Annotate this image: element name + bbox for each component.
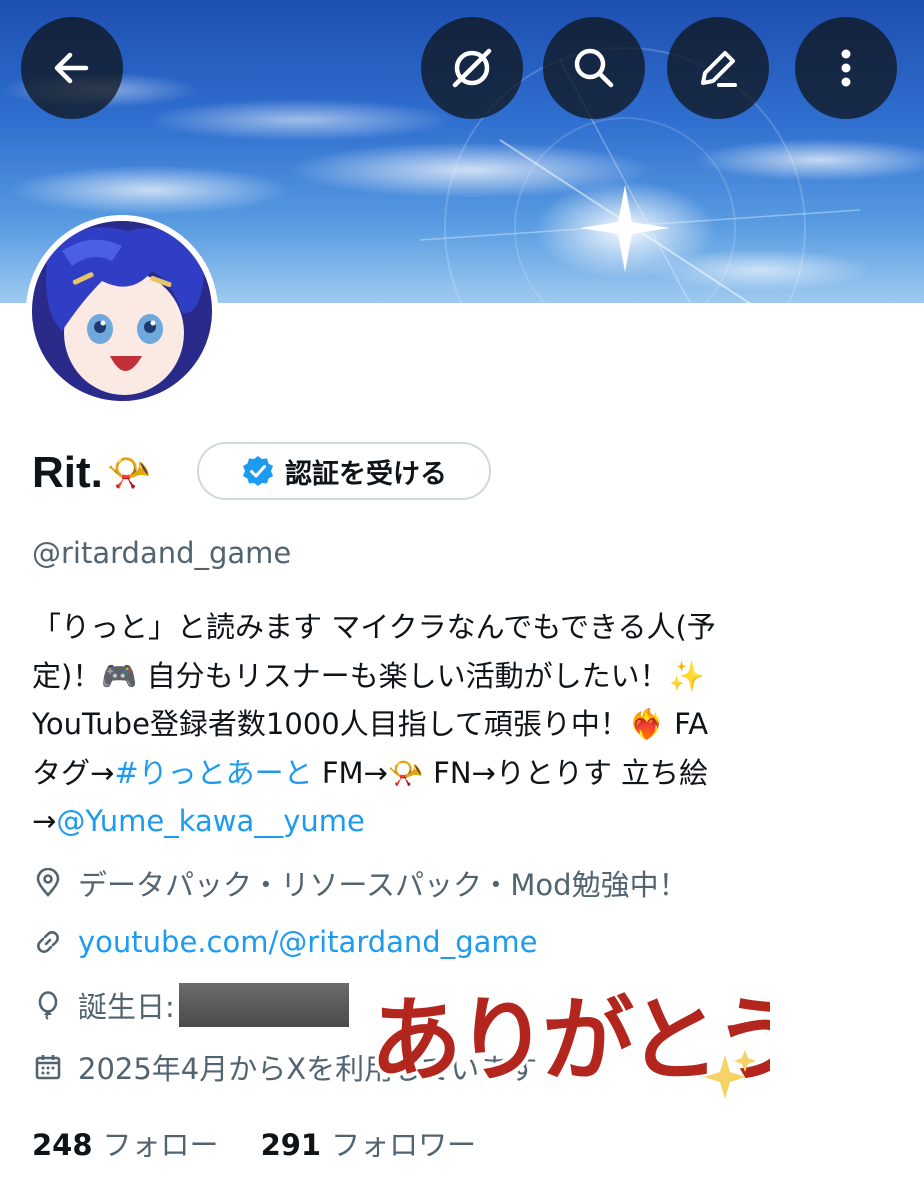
birthday-label: 誕生日:	[78, 990, 175, 1024]
link-icon	[32, 926, 64, 958]
search-button[interactable]	[543, 17, 645, 119]
arrow-left-icon	[54, 52, 89, 84]
bio-line: 定)！🎮 自分もリスナーも楽しい活動がしたい！✨	[32, 658, 705, 693]
bio-line: →@Yume_kawa__yume	[32, 797, 902, 846]
following-label: フォロー	[102, 1128, 219, 1162]
user-handle: @ritardand_game	[32, 536, 292, 570]
avatar[interactable]	[26, 215, 218, 407]
followers-count: 291	[260, 1128, 322, 1162]
grok-icon	[452, 48, 492, 88]
calendar-icon	[32, 1051, 64, 1083]
location-pin-icon	[32, 867, 64, 899]
bio-line: タグ→#りっとあーと FM→📯 FN→りとりす 立ち絵	[32, 749, 902, 798]
follow-stats: 248 フォロー 291 フォロワー	[32, 1122, 476, 1164]
mention-link[interactable]: @Yume_kawa__yume	[56, 804, 365, 838]
bio-text: →	[32, 804, 57, 838]
avatar-image	[32, 221, 212, 401]
more-vertical-icon	[841, 49, 851, 87]
hashtag-link[interactable]: #りっとあーと	[114, 756, 312, 790]
verified-badge-icon	[243, 456, 273, 486]
bio-text: FM→📯 FN→りとりす 立ち絵	[312, 755, 709, 790]
location-row: データパック・リソースパック・Mod勉強中！	[32, 862, 688, 904]
edit-icon	[701, 51, 737, 87]
bio-line: 「りっと」と読みます マイクラなんでもできる人(予	[32, 610, 716, 644]
back-button[interactable]	[21, 17, 123, 119]
thank-you-sticker: ありがとう	[366, 960, 810, 1114]
website-row: youtube.com/@ritardand_game	[32, 925, 537, 959]
bio-text: タグ→	[32, 755, 115, 790]
birthday-redaction	[178, 983, 349, 1027]
following-count: 248	[32, 1128, 93, 1162]
search-icon	[574, 48, 614, 88]
display-name-row: Rit. 📯	[32, 448, 152, 498]
bio: 「りっと」と読みます マイクラなんでもできる人(予 定)！🎮 自分もリスナーも楽…	[32, 603, 902, 846]
followers-link[interactable]: 291 フォロワー	[261, 1122, 477, 1164]
more-button[interactable]	[795, 17, 897, 119]
edit-button[interactable]	[667, 17, 769, 119]
bio-line: YouTube登録者数1000人目指して頑張り中！❤️‍🔥 FA	[32, 707, 709, 741]
location-text: データパック・リソースパック・Mod勉強中！	[78, 868, 688, 902]
following-link[interactable]: 248 フォロー	[32, 1122, 219, 1164]
birthday-row: 誕生日:	[32, 983, 349, 1027]
get-verified-button[interactable]: 認証を受ける	[197, 442, 491, 500]
name-emoji: 📯	[106, 453, 152, 494]
display-name: Rit.	[32, 448, 103, 497]
balloon-icon	[32, 989, 64, 1021]
get-verified-label: 認証を受ける	[285, 458, 447, 490]
website-link[interactable]: youtube.com/@ritardand_game	[78, 925, 537, 959]
grok-button[interactable]	[421, 17, 523, 119]
followers-label: フォロワー	[331, 1128, 477, 1162]
